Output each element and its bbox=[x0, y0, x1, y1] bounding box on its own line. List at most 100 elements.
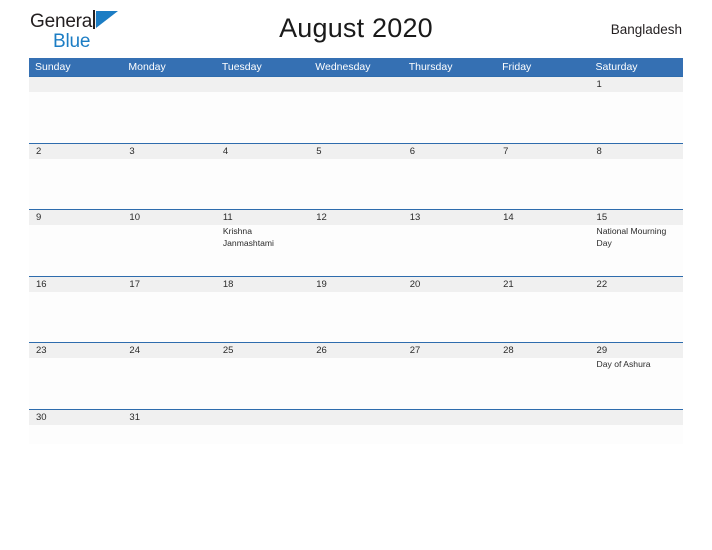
day-event bbox=[496, 225, 589, 276]
logo-sail-icon bbox=[96, 10, 118, 28]
day-number[interactable] bbox=[309, 77, 402, 92]
day-number[interactable]: 6 bbox=[403, 144, 496, 159]
day-number[interactable]: 22 bbox=[590, 277, 683, 292]
day-event bbox=[496, 358, 589, 409]
day-number[interactable]: 28 bbox=[496, 343, 589, 358]
day-event bbox=[216, 292, 309, 343]
day-event bbox=[216, 159, 309, 210]
day-event bbox=[309, 225, 402, 276]
day-number[interactable]: 3 bbox=[122, 144, 215, 159]
day-event bbox=[122, 292, 215, 343]
day-event bbox=[403, 425, 496, 444]
day-number[interactable]: 9 bbox=[29, 210, 122, 225]
day-number[interactable] bbox=[216, 77, 309, 92]
day-number[interactable]: 18 bbox=[216, 277, 309, 292]
day-event bbox=[403, 159, 496, 210]
day-event bbox=[29, 159, 122, 210]
day-event bbox=[122, 92, 215, 143]
week-date-numbers: 1 bbox=[29, 77, 683, 92]
day-event bbox=[403, 92, 496, 143]
day-event bbox=[496, 92, 589, 143]
day-number[interactable] bbox=[122, 77, 215, 92]
day-number[interactable]: 23 bbox=[29, 343, 122, 358]
day-number[interactable] bbox=[309, 410, 402, 425]
day-number[interactable]: 15 bbox=[590, 210, 683, 225]
day-number[interactable]: 14 bbox=[496, 210, 589, 225]
day-event: Krishna Janmashtami bbox=[222, 226, 274, 248]
week-date-numbers: 9 10 11 12 13 14 15 bbox=[29, 210, 683, 225]
week-date-numbers: 30 31 bbox=[29, 409, 683, 425]
day-event bbox=[309, 159, 402, 210]
page-title: August 2020 bbox=[279, 12, 433, 43]
day-number[interactable]: 1 bbox=[590, 77, 683, 92]
week-row: 9 10 11 12 13 14 15 Krishna Janmashtami … bbox=[29, 209, 683, 276]
day-number[interactable]: 20 bbox=[403, 277, 496, 292]
day-number[interactable]: 16 bbox=[29, 277, 122, 292]
day-number[interactable]: 5 bbox=[309, 144, 402, 159]
page-header: General Blue August 2020 Bangladesh bbox=[0, 0, 712, 58]
day-number[interactable]: 21 bbox=[496, 277, 589, 292]
day-number[interactable] bbox=[403, 410, 496, 425]
day-number[interactable]: 26 bbox=[309, 343, 402, 358]
day-number[interactable] bbox=[496, 77, 589, 92]
weekday-header-thursday: Thursday bbox=[408, 61, 453, 73]
day-number[interactable]: 11 bbox=[216, 210, 309, 225]
day-number[interactable]: 19 bbox=[309, 277, 402, 292]
day-event bbox=[403, 225, 496, 276]
day-event bbox=[122, 159, 215, 210]
day-event bbox=[309, 425, 402, 444]
country-label: Bangladesh bbox=[610, 21, 682, 37]
day-event bbox=[29, 225, 122, 276]
weekday-header-monday: Monday bbox=[128, 61, 166, 73]
week-events bbox=[29, 291, 683, 343]
day-number[interactable]: 8 bbox=[590, 144, 683, 159]
day-event bbox=[29, 425, 122, 444]
day-event bbox=[216, 358, 309, 409]
week-date-numbers: 23 24 25 26 27 28 29 bbox=[29, 343, 683, 358]
day-event bbox=[403, 292, 496, 343]
week-row: 23 24 25 26 27 28 29 Day of Ashura bbox=[29, 342, 683, 409]
weekday-header-wednesday: Wednesday bbox=[315, 61, 371, 73]
day-number[interactable]: 24 bbox=[122, 343, 215, 358]
day-event bbox=[496, 425, 589, 444]
week-date-numbers: 2 3 4 5 6 7 8 bbox=[29, 143, 683, 159]
day-number[interactable]: 7 bbox=[496, 144, 589, 159]
week-row: 16 17 18 19 20 21 22 bbox=[29, 275, 683, 343]
day-event bbox=[216, 425, 309, 444]
day-number[interactable]: 30 bbox=[29, 410, 122, 425]
week-row: 2 3 4 5 6 7 8 bbox=[29, 142, 683, 210]
day-number[interactable] bbox=[590, 410, 683, 425]
day-number[interactable]: 2 bbox=[29, 144, 122, 159]
day-number[interactable]: 25 bbox=[216, 343, 309, 358]
day-event bbox=[590, 425, 683, 444]
calendar-grid: Sunday Monday Tuesday Wednesday Thursday… bbox=[29, 58, 683, 444]
day-event bbox=[29, 358, 122, 409]
day-number[interactable] bbox=[29, 77, 122, 92]
general-blue-logo[interactable]: General Blue bbox=[30, 8, 150, 51]
day-event bbox=[122, 358, 215, 409]
day-event bbox=[309, 358, 402, 409]
day-event bbox=[309, 92, 402, 143]
day-number[interactable]: 12 bbox=[309, 210, 402, 225]
day-number[interactable]: 10 bbox=[122, 210, 215, 225]
day-number[interactable] bbox=[403, 77, 496, 92]
day-number[interactable]: 27 bbox=[403, 343, 496, 358]
day-event bbox=[403, 358, 496, 409]
week-events: Krishna Janmashtami National Mourning Da… bbox=[29, 225, 683, 276]
week-row: 1 bbox=[29, 76, 683, 143]
week-row: 30 31 bbox=[29, 408, 683, 444]
day-number[interactable]: 29 bbox=[590, 343, 683, 358]
day-number[interactable]: 13 bbox=[403, 210, 496, 225]
day-event bbox=[122, 225, 215, 276]
week-events bbox=[29, 424, 683, 444]
day-number[interactable]: 17 bbox=[122, 277, 215, 292]
day-event bbox=[122, 425, 215, 444]
logo-text-blue: Blue bbox=[53, 30, 91, 52]
day-event bbox=[309, 292, 402, 343]
day-event bbox=[590, 292, 683, 343]
day-number[interactable] bbox=[496, 410, 589, 425]
weekday-header-friday: Friday bbox=[502, 61, 532, 73]
day-number[interactable]: 31 bbox=[122, 410, 215, 425]
day-number[interactable]: 4 bbox=[216, 144, 309, 159]
day-number[interactable] bbox=[216, 410, 309, 425]
